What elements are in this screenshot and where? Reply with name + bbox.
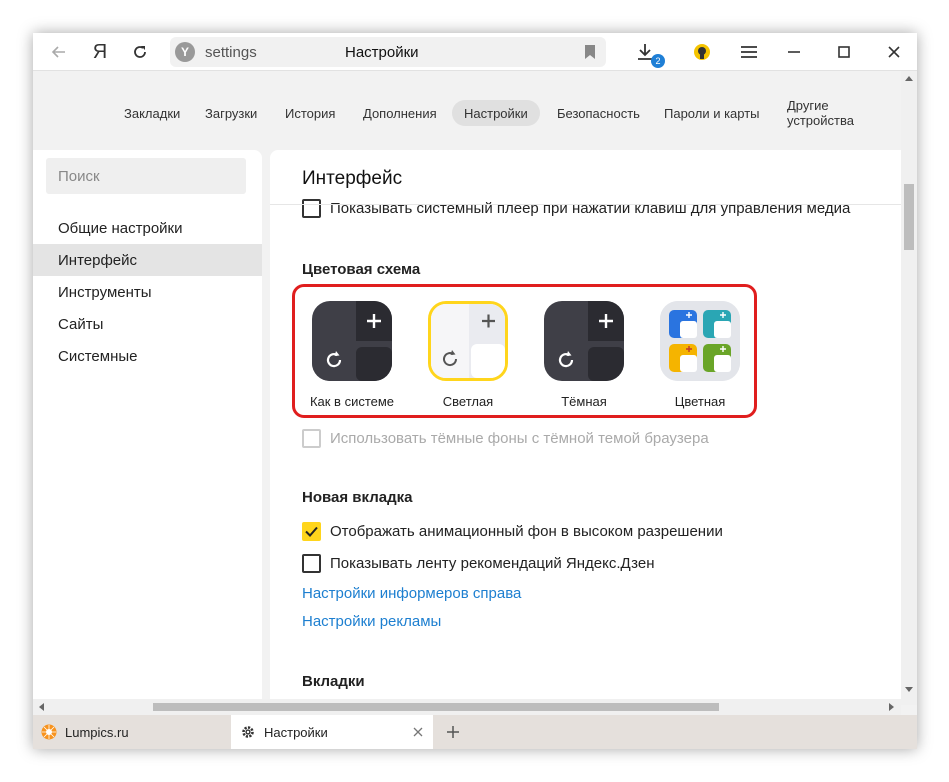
settings-nav-passwords[interactable]: Пароли и карты [652, 100, 772, 126]
theme-light-icon [428, 301, 508, 381]
settings-nav-downloads[interactable]: Загрузки [193, 100, 269, 126]
downloads-count-badge: 2 [651, 54, 665, 68]
minimize-button[interactable] [780, 38, 808, 66]
sidebar-item-sites[interactable]: Сайты [33, 308, 262, 340]
downloads-button[interactable]: 2 [631, 38, 665, 68]
settings-nav-history[interactable]: История [273, 100, 347, 126]
back-button[interactable] [45, 38, 73, 66]
tab-settings-label: Настройки [264, 724, 328, 740]
informers-settings-link[interactable]: Настройки информеров справа [302, 585, 521, 602]
scroll-right-arrow-icon[interactable] [889, 703, 895, 711]
new-tab-button[interactable] [441, 715, 465, 749]
close-tab-icon[interactable] [413, 727, 423, 737]
dark-bg-label: Использовать тёмные фоны с тёмной темой … [330, 429, 709, 447]
bookmark-button[interactable] [584, 45, 596, 64]
avatar-icon [694, 44, 710, 60]
settings-nav-settings[interactable]: Настройки [452, 100, 540, 126]
tab-lumpics[interactable]: Lumpics.ru [33, 715, 231, 749]
theme-colored-label: Цветная [674, 394, 726, 409]
sidebar-item-general[interactable]: Общие настройки [33, 212, 262, 244]
yandex-logo-button[interactable]: Я [86, 38, 114, 66]
settings-main: Интерфейс Показывать системный плеер при… [270, 150, 901, 705]
zen-feed-option[interactable]: Показывать ленту рекомендаций Яндекс.Дзе… [302, 553, 655, 573]
maximize-icon [838, 46, 850, 58]
sidebar-item-system[interactable]: Системные [33, 340, 262, 372]
theme-colored-icon [660, 301, 740, 381]
tab-bar: Lumpics.ru Настройки [33, 715, 917, 749]
page-title: Интерфейс [302, 168, 403, 189]
zen-feed-label: Показывать ленту рекомендаций Яндекс.Дзе… [330, 554, 655, 572]
gear-icon [242, 726, 254, 738]
orange-favicon-icon [41, 724, 57, 740]
horizontal-scrollbar[interactable] [33, 699, 901, 715]
settings-nav-security[interactable]: Безопасность [545, 100, 652, 126]
theme-system-label: Как в системе [309, 394, 395, 409]
hamburger-menu-icon [741, 46, 757, 58]
search-placeholder: Поиск [58, 168, 100, 185]
header-divider [270, 204, 901, 205]
checkmark-icon [305, 526, 318, 537]
settings-nav-bookmarks[interactable]: Закладки [112, 100, 192, 126]
theme-system-option[interactable]: Как в системе [295, 298, 405, 418]
horizontal-scroll-thumb[interactable] [153, 703, 719, 711]
theme-light-option[interactable]: Светлая [411, 298, 521, 418]
animated-bg-label: Отображать анимационный фон в высоком ра… [330, 522, 723, 540]
settings-nav-addons[interactable]: Дополнения [351, 100, 449, 126]
close-window-button[interactable] [880, 38, 908, 66]
menu-button[interactable] [735, 38, 763, 66]
theme-light-label: Светлая [442, 394, 494, 409]
settings-nav-devices[interactable]: Другие устройства [775, 98, 901, 128]
close-icon [888, 46, 900, 58]
new-tab-heading: Новая вкладка [302, 489, 413, 506]
ads-settings-link[interactable]: Настройки рекламы [302, 613, 441, 630]
sidebar-item-interface[interactable]: Интерфейс [33, 244, 262, 276]
bookmark-icon [585, 45, 595, 59]
address-page-title: Настройки [345, 44, 419, 61]
theme-dark-label: Тёмная [561, 394, 607, 409]
tab-settings[interactable]: Настройки [231, 715, 433, 749]
arrow-left-icon [51, 46, 65, 58]
browser-toolbar: Я Y settings Настройки 2 [33, 33, 917, 71]
animated-bg-option[interactable]: Отображать анимационный фон в высоком ра… [302, 521, 723, 541]
theme-system-icon [312, 301, 392, 381]
yandex-browser-icon: Y [175, 42, 195, 62]
theme-dark-option[interactable]: Тёмная [527, 298, 637, 418]
tabs-heading: Вкладки [302, 673, 365, 690]
profile-button[interactable] [688, 38, 716, 66]
address-url: settings [205, 44, 257, 61]
minimize-icon [788, 51, 800, 53]
plus-icon [447, 726, 459, 738]
dark-bg-option[interactable]: Использовать тёмные фоны с тёмной темой … [302, 428, 709, 448]
address-bar[interactable]: Y settings Настройки [170, 37, 606, 67]
theme-colored-option[interactable]: Цветная [643, 298, 753, 418]
media-player-option[interactable]: Показывать системный плеер при нажатии к… [302, 198, 850, 218]
vertical-scrollbar[interactable] [901, 71, 917, 705]
tab-lumpics-label: Lumpics.ru [65, 724, 129, 740]
search-input[interactable]: Поиск [46, 158, 246, 194]
reload-icon [134, 46, 146, 58]
scroll-up-arrow-icon[interactable] [905, 75, 913, 81]
sidebar-item-tools[interactable]: Инструменты [33, 276, 262, 308]
animated-bg-checkbox[interactable] [302, 521, 321, 541]
settings-nav: Закладки Загрузки История Дополнения Нас… [33, 72, 901, 150]
media-player-label: Показывать системный плеер при нажатии к… [330, 199, 851, 217]
browser-window: Я Y settings Настройки 2 Закладки Загруз… [33, 33, 917, 749]
maximize-button[interactable] [830, 38, 858, 66]
vertical-scroll-thumb[interactable] [904, 184, 914, 250]
scroll-left-arrow-icon[interactable] [38, 703, 44, 711]
dark-bg-checkbox[interactable] [302, 428, 321, 448]
settings-sidebar: Поиск Общие настройки Интерфейс Инструме… [33, 150, 262, 705]
zen-feed-checkbox[interactable] [302, 553, 321, 573]
reload-button[interactable] [126, 38, 154, 66]
scroll-down-arrow-icon[interactable] [905, 687, 913, 693]
media-player-checkbox[interactable] [302, 198, 321, 218]
color-scheme-heading: Цветовая схема [302, 261, 421, 278]
theme-dark-icon [544, 301, 624, 381]
